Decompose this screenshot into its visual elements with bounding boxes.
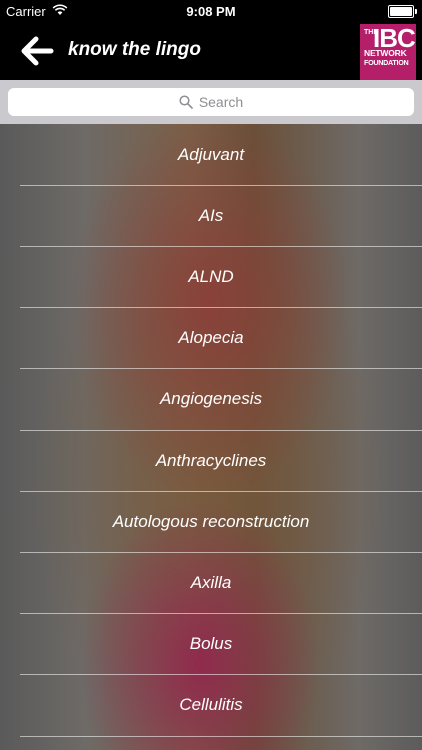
clock: 9:08 PM (186, 4, 236, 19)
back-arrow-icon (21, 36, 54, 66)
logo-text-the: THE (364, 29, 378, 36)
list-item[interactable]: ALND (0, 246, 422, 307)
glossary-list: Adjuvant AIs ALND Alopecia Angiogenesis Anthr… (0, 124, 422, 750)
list-item[interactable]: Axilla (0, 552, 422, 613)
page-title: know the lingo (68, 39, 201, 60)
list-item[interactable]: Adjuvant (0, 124, 422, 185)
list-item-label: Autologous reconstruction (112, 511, 310, 531)
search-icon (179, 95, 193, 109)
list-item-label: Axilla (190, 572, 232, 592)
search-input[interactable]: Search (8, 88, 414, 116)
list-item[interactable]: Bolus (0, 614, 422, 675)
logo-text-network: NETWORK (364, 48, 407, 58)
list-item[interactable]: AIs (0, 185, 422, 246)
battery-icon (388, 5, 417, 18)
list-item-label: Anthracyclines (155, 450, 267, 470)
search-bar: Search (0, 80, 422, 124)
back-button[interactable] (20, 34, 60, 68)
ibc-network-foundation-logo: THE IBC NETWORK FOUNDATION (360, 24, 416, 80)
list-item-label: AIs (198, 205, 224, 225)
search-placeholder: Search (198, 94, 244, 110)
list-item[interactable]: Angiogenesis (0, 369, 422, 430)
list-item-label: Cellulitis (179, 695, 243, 715)
list-item-label: ALND (188, 266, 234, 286)
navigation-bar: know the lingo THE IBC NETWORK FOUNDATIO… (0, 22, 422, 80)
row-divider (20, 735, 422, 737)
logo-text-ibc: IBC (373, 23, 416, 53)
list-item-label: Adjuvant (177, 144, 245, 164)
logo-text-foundation: FOUNDATION (364, 58, 409, 67)
list-item[interactable]: Autologous reconstruction (0, 491, 422, 552)
list-item[interactable]: Anthracyclines (0, 430, 422, 491)
list-item-label: Bolus (189, 634, 233, 654)
list-item-label: Angiogenesis (159, 389, 263, 409)
list-item[interactable]: Alopecia (0, 308, 422, 369)
list-item[interactable]: Cellulitis (0, 675, 422, 736)
status-bar: Carrier 9:08 PM (0, 0, 422, 22)
list-item-label: Alopecia (178, 328, 244, 348)
